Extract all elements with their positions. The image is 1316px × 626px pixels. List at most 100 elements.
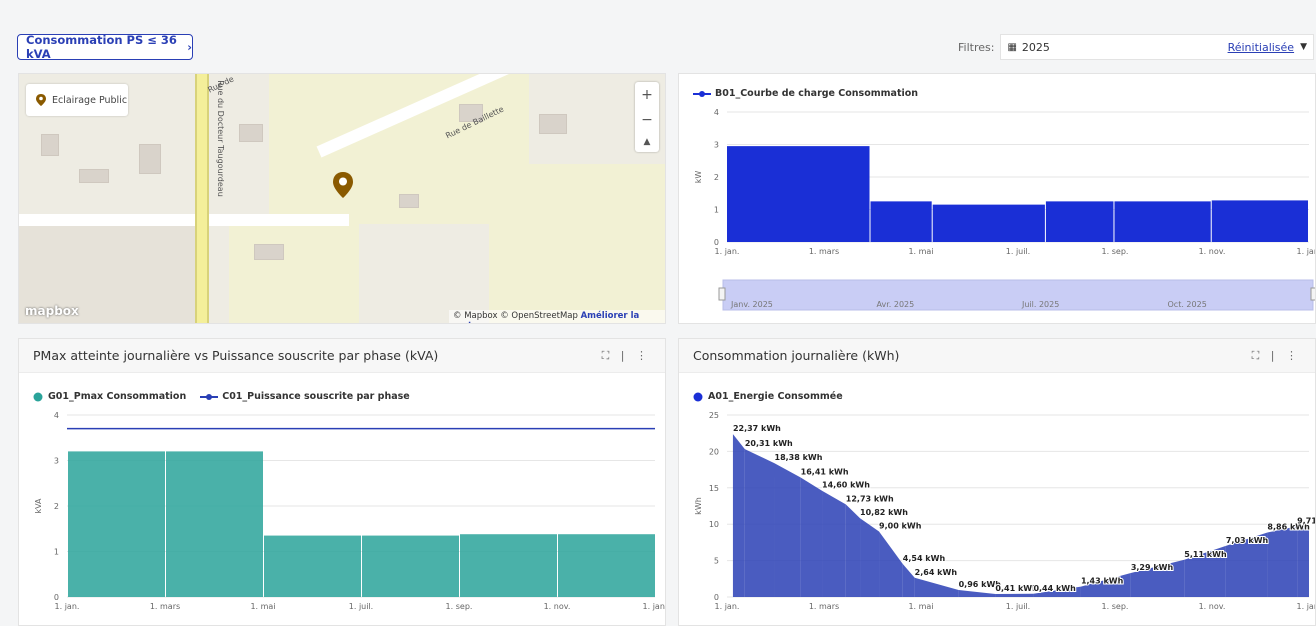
pmax-bar [558, 534, 655, 597]
divider: | [1270, 348, 1279, 362]
top-bar: Consommation PS ≤ 36 kVA › Filtres: ▦ 20… [0, 0, 1316, 72]
y-axis-label: kW [694, 171, 703, 184]
load-segment [727, 146, 870, 242]
y-axis-label: kVA [34, 498, 43, 514]
map-pin-icon[interactable] [333, 172, 353, 202]
daily-bar-area [914, 577, 959, 597]
data-label: 0,41 kWh [995, 584, 1038, 593]
navigator-handle-right [1310, 287, 1315, 301]
dropdown-arrow-icon[interactable]: ▼ [1300, 42, 1307, 52]
scope-button[interactable]: Consommation PS ≤ 36 kVA › [17, 33, 193, 61]
panel-title: PMax atteinte journalière vs Puissance s… [33, 348, 439, 363]
pmax-bar [166, 451, 263, 597]
x-tick-label: 1. nov. [544, 602, 571, 611]
panel-actions: ⛶ | ⋮ [1252, 349, 1301, 363]
y-tick-label: 2 [714, 173, 719, 182]
x-tick-label: 1. mars [809, 247, 839, 256]
compass-button[interactable]: ▲ [644, 137, 651, 147]
year-filter[interactable]: ▦ 2025 Réinitialisée ▼ [1000, 34, 1314, 60]
legend-dot-marker [693, 392, 703, 401]
daily-bar-area [902, 563, 915, 597]
load-curve-chart[interactable]: 0 1 2 3 4 1. jan. 1. mars 1. mai 1. juil. 1. sep.… [679, 102, 1315, 322]
zoom-in-button[interactable]: + [641, 87, 653, 103]
map-panel[interactable]: Rue de Baillette Rue du Docteur Taugourd… [18, 73, 666, 324]
daily-chart[interactable]: 0 5 10 15 20 25 1. jan. 1. mars 1. mai 1. juil. 1.… [679, 405, 1315, 625]
pmax-chart[interactable]: 0 1 2 3 4 1. jan. 1. mars 1. mai 1. juil. 1. sep.… [19, 405, 665, 625]
navigator-label: Avr. 2025 [877, 300, 915, 309]
y-tick-label: 0 [54, 593, 59, 602]
map-road [19, 214, 349, 226]
x-tick-label: 1. mai [908, 602, 933, 611]
zoom-controls: + − ▲ [635, 82, 659, 152]
data-label: 16,41 kWh [801, 468, 849, 477]
x-tick-label: 1. sep. [1102, 602, 1129, 611]
x-tick-label: 1. jan. [55, 602, 80, 611]
legend-line-marker [200, 393, 219, 400]
attribution-text: © Mapbox © OpenStreetMap [453, 311, 578, 321]
map-building [239, 124, 263, 142]
daily-bar-area [879, 531, 903, 597]
series-name: C01_Puissance souscrite par phase [222, 391, 410, 402]
y-tick-label: 25 [709, 411, 719, 420]
daily-panel: Consommation journalière (kWh) ⛶ | ⋮ A01… [678, 338, 1316, 626]
calendar-icon: ▦ [1007, 41, 1017, 53]
data-label: 3,29 kWh [1131, 563, 1174, 572]
data-label: 20,31 kWh [745, 439, 793, 448]
panel-header: Consommation journalière (kWh) ⛶ | ⋮ [679, 339, 1315, 373]
data-label: 18,38 kWh [775, 453, 823, 462]
daily-bar-area [958, 590, 996, 597]
daily-bar-area [1267, 526, 1298, 597]
series-name: G01_Pmax Consommation [48, 391, 187, 402]
pmax-bar [460, 534, 557, 597]
zoom-out-button[interactable]: − [641, 112, 653, 128]
road-name: Rue du Docteur Taugourdeau [215, 80, 225, 197]
chart-legend[interactable]: G01_Pmax Consommation C01_Puissance sous… [33, 391, 410, 402]
y-tick-label: 2 [54, 502, 59, 511]
data-label: 9,00 kWh [879, 521, 922, 530]
panel-header: PMax atteinte journalière vs Puissance s… [19, 339, 665, 373]
y-axis-label: kWh [694, 497, 703, 515]
data-label: 9,71 kWh [1297, 516, 1315, 525]
filters-label: Filtres: [958, 40, 995, 54]
data-label: 14,60 kWh [822, 481, 870, 490]
load-segment [870, 201, 932, 242]
panel-title: Consommation journalière (kWh) [693, 348, 900, 363]
load-segment [1114, 201, 1211, 242]
daily-bar-area [1297, 526, 1309, 597]
map-building [41, 134, 59, 156]
map-building [539, 114, 567, 134]
more-icon[interactable]: ⋮ [1286, 349, 1301, 362]
chart-legend[interactable]: A01_Energie Consommée [693, 391, 843, 402]
daily-bar-area [774, 463, 801, 597]
data-label: 5,11 kWh [1184, 550, 1227, 559]
x-tick-label: 1. mars [809, 602, 839, 611]
panel-actions: ⛶ | ⋮ [602, 349, 651, 363]
navigator-label: Janv. 2025 [730, 300, 773, 309]
load-curve-panel: B01_Courbe de charge Consommation 0 1 2 3 4 1… [678, 73, 1316, 324]
chevron-right-icon: › [187, 40, 192, 54]
legend-label: Eclairage Public [52, 94, 128, 106]
x-tick-label: 1. jan. [1297, 602, 1315, 611]
map-legend[interactable]: Eclairage Public [26, 84, 128, 116]
y-tick-label: 20 [709, 447, 719, 456]
expand-icon[interactable]: ⛶ [1252, 349, 1264, 362]
x-tick-label: 1. jan. [715, 602, 740, 611]
navigator-label: Oct. 2025 [1168, 300, 1207, 309]
reset-link[interactable]: Réinitialisée [1228, 41, 1295, 54]
divider: | [620, 348, 629, 362]
x-tick-label: 1. nov. [1199, 247, 1226, 256]
chart-legend[interactable]: B01_Courbe de charge Consommation [693, 88, 918, 99]
map-main-road [195, 74, 209, 323]
expand-icon[interactable]: ⛶ [602, 349, 614, 362]
y-tick-label: 1 [714, 206, 719, 215]
y-tick-label: 1 [54, 548, 59, 557]
series-name: A01_Energie Consommée [708, 391, 843, 402]
more-icon[interactable]: ⋮ [636, 349, 651, 362]
mapbox-logo: mapbox [25, 304, 79, 318]
x-tick-label: 1. sep. [446, 602, 473, 611]
data-label: 2,64 kWh [915, 568, 958, 577]
x-tick-label: 1. jan. [643, 602, 665, 611]
load-segment [932, 204, 1045, 242]
data-label: 4,54 kWh [903, 554, 946, 563]
x-tick-label: 1. jan. [715, 247, 740, 256]
